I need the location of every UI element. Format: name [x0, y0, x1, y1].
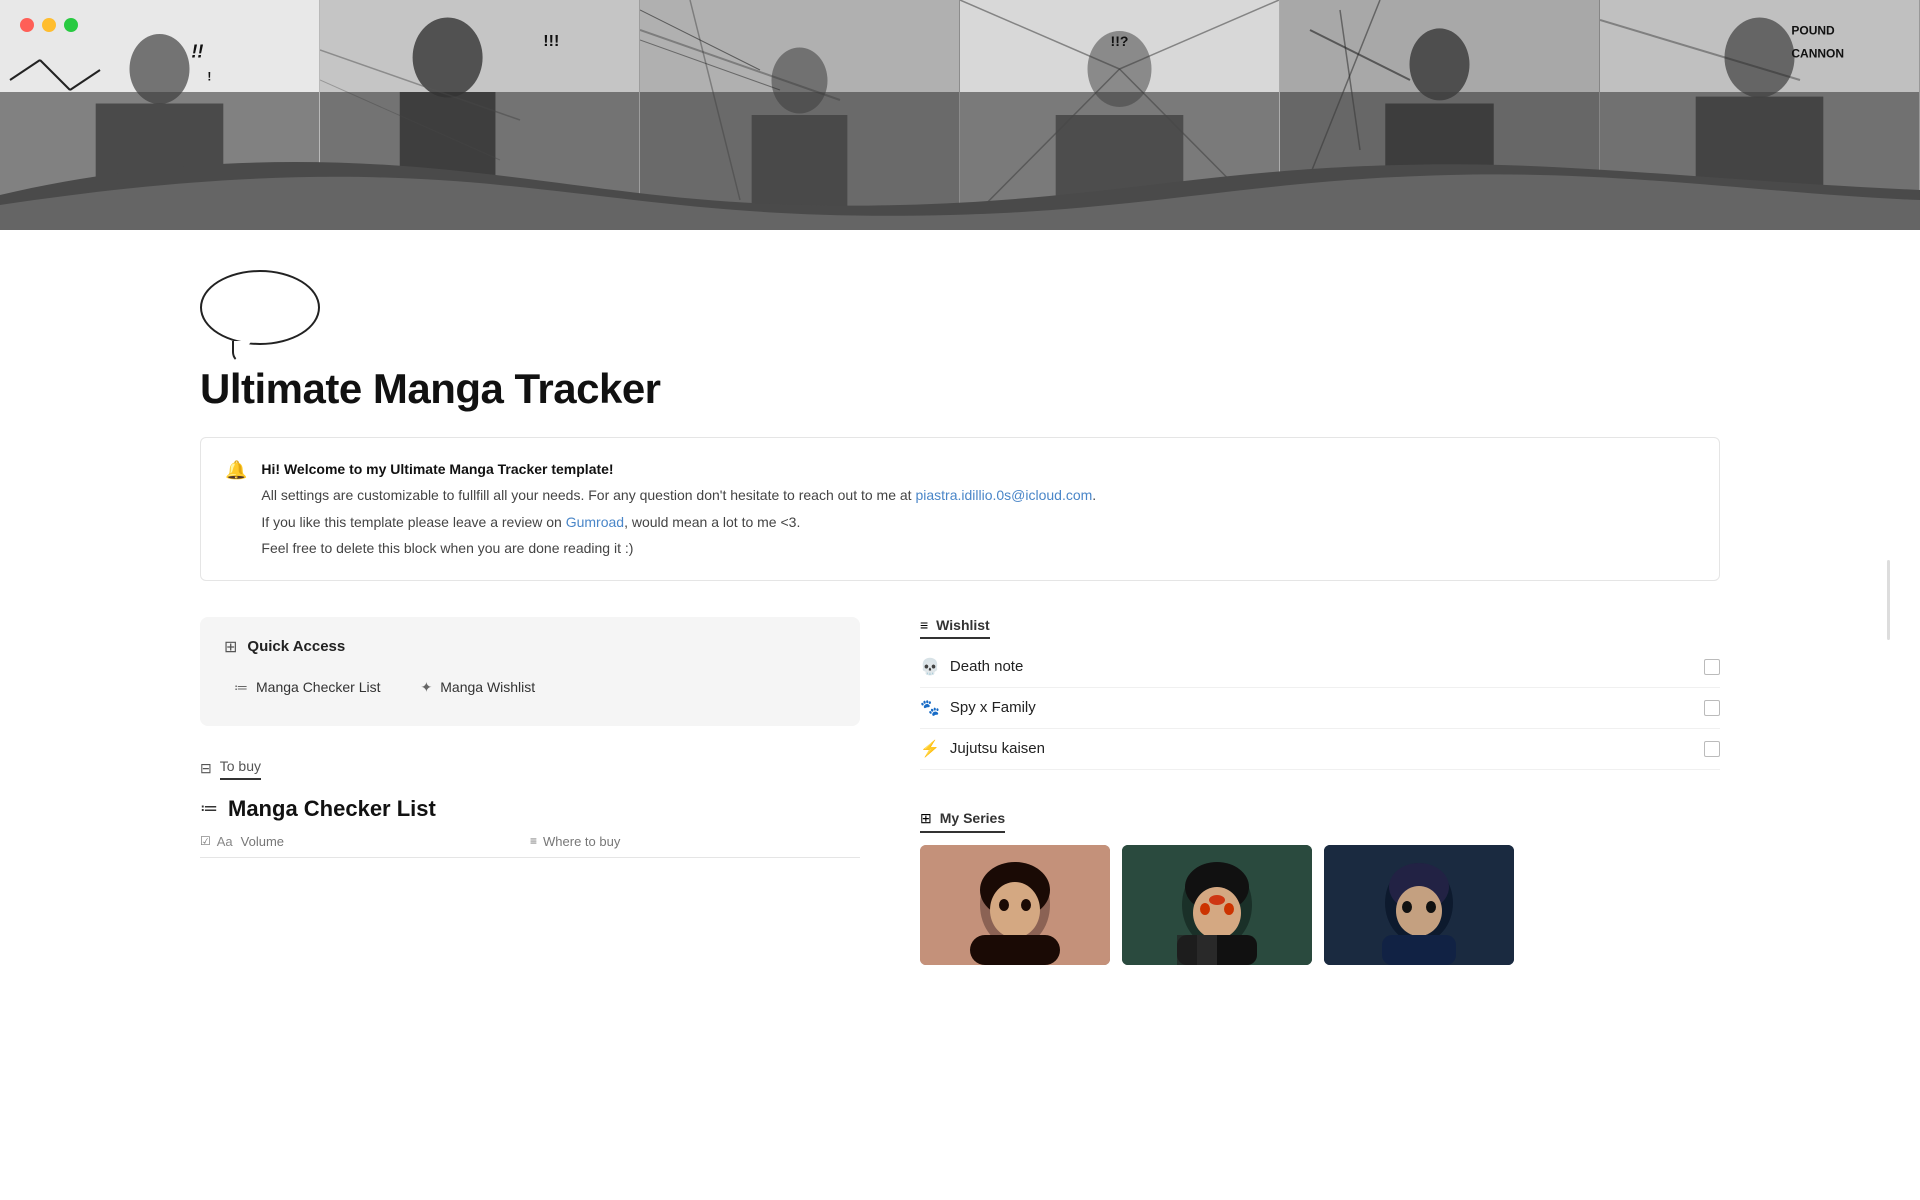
my-series-section: ⊞ My Series	[920, 810, 1720, 965]
callout-content: Hi! Welcome to my Ultimate Manga Tracker…	[261, 458, 1096, 560]
to-buy-icon: ⊟	[200, 760, 212, 777]
table-headers: ☑ Aa Volume ≡ Where to buy	[200, 834, 860, 858]
callout-line-3: Feel free to delete this block when you …	[261, 537, 1096, 559]
qa-manga-checker-label: Manga Checker List	[256, 679, 381, 695]
page-icon-area	[0, 230, 1920, 355]
to-buy-label: To buy	[220, 758, 261, 780]
manga-checker-icon: ≔	[234, 679, 248, 696]
wishlist-item-spy-family[interactable]: 🐾 Spy x Family	[920, 688, 1720, 729]
column-where-to-buy: ≡ Where to buy	[530, 834, 860, 849]
quick-access-block: ⊞ Quick Access ≔ Manga Checker List ✦ Ma…	[200, 617, 860, 726]
series-card-1[interactable]	[920, 845, 1110, 965]
jujutsu-checkbox[interactable]	[1704, 741, 1720, 757]
callout-line-1: All settings are customizable to fullfil…	[261, 484, 1096, 506]
email-link[interactable]: piastra.idillio.0s@icloud.com	[915, 487, 1092, 503]
to-buy-tab[interactable]: ⊟ To buy	[200, 758, 860, 780]
gumroad-link[interactable]: Gumroad	[566, 514, 624, 530]
two-col-layout: ⊞ Quick Access ≔ Manga Checker List ✦ Ma…	[200, 617, 1720, 965]
callout-line-2: If you like this template please leave a…	[261, 511, 1096, 533]
volume-label: Volume	[241, 834, 284, 849]
hero-banner: !! ! !!!	[0, 0, 1920, 230]
wishlist-items: 💀 Death note 🐾 Spy x Family	[920, 647, 1720, 770]
page-title: Ultimate Manga Tracker	[200, 365, 1720, 413]
callout-line-welcome: Hi! Welcome to my Ultimate Manga Tracker…	[261, 458, 1096, 480]
bell-icon: 🔔	[225, 460, 247, 481]
wishlist-title: Wishlist	[936, 617, 990, 633]
list-icon: ≡	[530, 834, 537, 848]
spy-family-name: Spy x Family	[950, 699, 1036, 716]
checkbox-icon: ☑	[200, 834, 211, 848]
death-note-checkbox[interactable]	[1704, 659, 1720, 675]
series-card-3[interactable]	[1324, 845, 1514, 965]
wave-overlay	[0, 150, 1920, 230]
fullscreen-button[interactable]	[64, 18, 78, 32]
where-to-buy-label: Where to buy	[543, 834, 620, 849]
scroll-indicator[interactable]	[1887, 560, 1890, 640]
manga-checker-heading: Manga Checker List	[228, 796, 436, 822]
death-note-icon: 💀	[920, 657, 940, 677]
manga-checker-title: ≔ Manga Checker List	[200, 796, 860, 822]
column-volume: ☑ Aa Volume	[200, 834, 530, 849]
jujutsu-name: Jujutsu kaisen	[950, 740, 1045, 757]
qa-item-manga-wishlist[interactable]: ✦ Manga Wishlist	[411, 673, 546, 702]
death-note-name: Death note	[950, 658, 1023, 675]
jujutsu-icon: ⚡	[920, 739, 940, 759]
left-column: ⊞ Quick Access ≔ Manga Checker List ✦ Ma…	[200, 617, 860, 858]
quick-access-icon: ⊞	[224, 637, 237, 657]
svg-text:!!: !!	[191, 42, 203, 62]
main-content: Ultimate Manga Tracker 🔔 Hi! Welcome to …	[0, 355, 1920, 1025]
my-series-icon: ⊞	[920, 810, 932, 827]
wishlist-icon: ≡	[920, 617, 928, 633]
quick-access-header: ⊞ Quick Access	[224, 637, 836, 657]
svg-text:!: !	[207, 70, 211, 84]
minimize-button[interactable]	[42, 18, 56, 32]
svg-text:POUND: POUND	[1791, 24, 1835, 38]
series-card-2[interactable]	[1122, 845, 1312, 965]
qa-manga-wishlist-label: Manga Wishlist	[440, 679, 535, 695]
svg-text:!!!: !!!	[543, 33, 559, 50]
wishlist-item-death-note[interactable]: 💀 Death note	[920, 647, 1720, 688]
wishlist-section: ≡ Wishlist 💀 Death note	[920, 617, 1720, 770]
manga-checker-list-icon: ≔	[200, 798, 218, 819]
spy-family-checkbox[interactable]	[1704, 700, 1720, 716]
page-icon	[200, 270, 320, 345]
spy-family-icon: 🐾	[920, 698, 940, 718]
right-column: ≡ Wishlist 💀 Death note	[920, 617, 1720, 965]
wishlist-item-jujutsu[interactable]: ⚡ Jujutsu kaisen	[920, 729, 1720, 770]
wishlist-tab[interactable]: ≡ Wishlist	[920, 617, 990, 639]
volume-prefix: Aa	[217, 834, 233, 849]
callout-box: 🔔 Hi! Welcome to my Ultimate Manga Track…	[200, 437, 1720, 581]
svg-text:!!?: !!?	[1111, 33, 1129, 49]
traffic-lights	[20, 18, 78, 32]
manga-wishlist-icon: ✦	[421, 679, 433, 696]
quick-access-title: Quick Access	[247, 638, 345, 655]
close-button[interactable]	[20, 18, 34, 32]
svg-text:CANNON: CANNON	[1791, 47, 1844, 61]
qa-item-manga-checker[interactable]: ≔ Manga Checker List	[224, 673, 391, 702]
quick-access-items: ≔ Manga Checker List ✦ Manga Wishlist	[224, 673, 836, 702]
series-cards	[920, 845, 1720, 965]
my-series-title: My Series	[940, 810, 1005, 826]
my-series-tab[interactable]: ⊞ My Series	[920, 810, 1005, 833]
